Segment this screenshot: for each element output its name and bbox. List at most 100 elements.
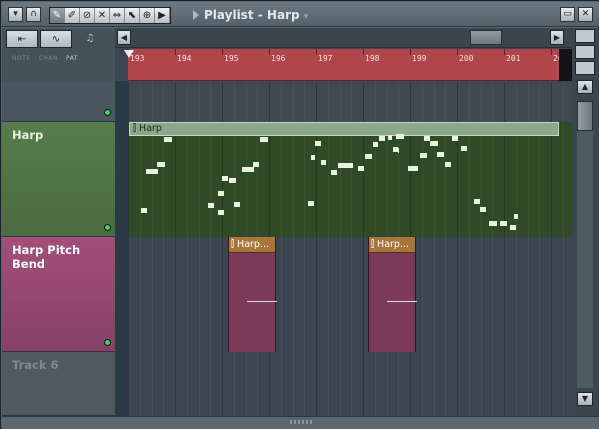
resize-grip-icon[interactable] [290,420,312,424]
ruler-bar-label[interactable]: 195 [224,54,238,63]
view-toggle-top-icon[interactable] [575,29,595,43]
scroll-up-icon[interactable]: ▲ [577,80,593,94]
grid-line [175,82,176,122]
grid-line [210,122,211,237]
menu-button[interactable]: ▾ [8,7,23,22]
track-gutter [115,81,128,416]
grid-line [445,82,446,122]
select-tool-icon[interactable]: ⬉ [125,8,140,23]
pitch-bend-clip-label: ⫿ Harp... [369,237,415,253]
zoom-tool-icon[interactable]: ⊕ [140,8,155,23]
close-button[interactable]: ✕ [578,7,593,22]
grid-line [551,352,552,416]
grid-line [563,237,564,352]
ruler-bar-label[interactable]: 201 [506,54,520,63]
tab-automation-icon[interactable]: ∿ [40,30,72,48]
grid-line [340,237,341,352]
pitch-bend-clip[interactable]: ⫿ Harp... [368,237,417,352]
harp-pattern-clip[interactable]: ⫿ Harp [129,122,559,136]
grid-line [222,352,223,416]
view-toggle-mid-icon[interactable] [575,45,595,59]
window-title[interactable]: Playlist - Harp ▾ [204,8,308,22]
track-header-empty[interactable] [2,82,115,122]
track-header-harp-pitch-bend[interactable]: Harp Pitch Bend [2,237,115,352]
horizontal-scrollbar[interactable]: ◀ ▶ [115,28,572,48]
horizontal-scroll-thumb[interactable] [470,30,502,45]
grid-line [469,352,470,416]
grid-line [199,237,200,352]
grid-line [528,122,529,237]
vertical-scrollbar[interactable]: ▲ ▼ [572,28,599,416]
slip-tool-icon[interactable]: ⇔ [110,8,125,23]
ruler-bar-label[interactable]: 199 [412,54,426,63]
mode-note[interactable]: NOTE [12,55,31,62]
grid-line [187,122,188,237]
note-block [388,135,392,140]
track-enable-led[interactable] [104,109,111,116]
pitch-bend-clip[interactable]: ⫿ Harp... [228,237,277,352]
tab-music-icon[interactable]: ♫ [74,30,106,48]
grid-line [363,352,364,416]
delete-tool-icon[interactable]: ⊘ [80,8,95,23]
ruler-bar-label[interactable]: 197 [318,54,332,63]
mode-chan[interactable]: CHAN [39,55,58,62]
timeline-ruler[interactable]: 193194195196197198199200201202 [128,49,572,81]
ruler-bar-label[interactable]: 196 [271,54,285,63]
lane-harp[interactable]: ⫿ Harp [128,122,572,237]
paint-tool-icon[interactable]: ✐ [65,8,80,23]
mode-pat[interactable]: PAT [66,55,78,62]
restore-button[interactable]: ▭ [560,7,575,22]
note-block [514,214,518,219]
lane-track-6[interactable] [128,352,572,416]
mute-tool-icon[interactable]: ✕ [95,8,110,23]
grid-line [340,122,341,237]
lane-empty[interactable] [128,82,572,122]
ruler-tick [457,49,458,55]
track-enable-led[interactable] [104,224,111,231]
draw-tool-icon[interactable]: ✎ [50,8,65,23]
ruler-bar-label[interactable]: 200 [459,54,473,63]
magnet-icon[interactable]: ∩ [26,7,41,22]
title-arrow-icon[interactable] [193,10,199,20]
vertical-scroll-thumb[interactable] [577,101,593,131]
tool-group: ✎ ✐ ⊘ ✕ ⇔ ⬉ ⊕ ▶ [49,7,171,24]
tab-pattern-selector-icon[interactable]: ⇤ [6,30,38,48]
note-block [408,166,418,171]
scroll-down-icon[interactable]: ▼ [577,392,593,406]
track-enable-led[interactable] [104,339,111,346]
grid-line [504,237,505,352]
playlist-grid[interactable]: ◀ ▶ 193194195196197198199200201202 ⫿ Har… [115,28,572,416]
track-header-track-6[interactable]: Track 6 [2,352,115,416]
grid-line [481,122,482,237]
view-toggle-bottom-icon[interactable] [575,61,595,75]
vertical-scroll-track[interactable] [577,116,593,388]
note-block [331,170,337,175]
grid-line [210,352,211,416]
grid-line [140,82,141,122]
grid-line [481,237,482,352]
note-block [311,155,315,160]
grid-line [539,82,540,122]
grid-line [469,237,470,352]
grid-line [175,122,176,237]
title-bar: ▾ ∩ ✎ ✐ ⊘ ✕ ⇔ ⬉ ⊕ ▶ Playlist - Harp ▾ ▭ ✕ [2,2,599,27]
lane-harp-pitch-bend[interactable]: ⫿ Harp... ⫿ Harp... [128,237,572,352]
grid-line [351,352,352,416]
grid-line [398,352,399,416]
scroll-left-icon[interactable]: ◀ [117,30,131,45]
scroll-right-icon[interactable]: ▶ [550,30,564,45]
ruler-bar-label[interactable]: 198 [365,54,379,63]
ruler-bar-label[interactable]: 194 [177,54,191,63]
grid-line [163,352,164,416]
grid-line [492,82,493,122]
grid-line [375,352,376,416]
track-header-harp[interactable]: Harp [2,122,115,237]
grid-line [469,122,470,237]
playback-tool-icon[interactable]: ▶ [155,8,170,23]
grid-line [351,82,352,122]
grid-line [563,82,564,122]
playhead-marker-icon[interactable] [124,50,134,58]
grid-line [316,352,317,416]
grid-line [128,352,129,416]
note-block [373,142,378,147]
